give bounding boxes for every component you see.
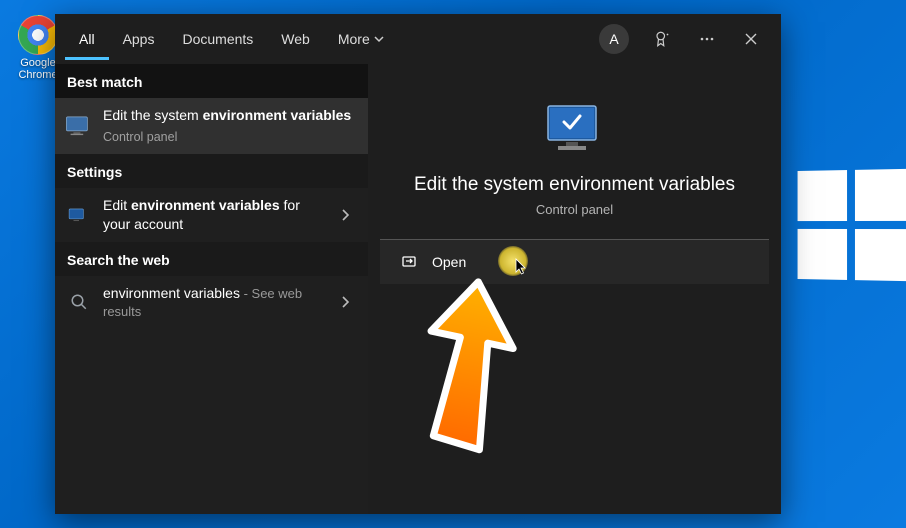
tab-web[interactable]: Web bbox=[267, 19, 324, 60]
action-open-label: Open bbox=[432, 254, 466, 270]
chrome-icon bbox=[18, 15, 58, 55]
header-right: A bbox=[599, 24, 771, 54]
user-avatar[interactable]: A bbox=[599, 24, 629, 54]
settings-result-icon bbox=[65, 201, 93, 229]
preview-title: Edit the system environment variables bbox=[414, 174, 735, 196]
close-icon[interactable] bbox=[741, 29, 761, 49]
rewards-icon[interactable] bbox=[653, 29, 673, 49]
windows-logo bbox=[798, 169, 906, 281]
result-best-match[interactable]: Edit the system environment variables Co… bbox=[55, 98, 368, 154]
result-title-bold: environment variables bbox=[203, 107, 352, 123]
result-web-term: environment variables bbox=[103, 285, 240, 301]
result-title-bold: environment variables bbox=[131, 197, 280, 213]
result-title-pre: Edit the system bbox=[103, 107, 203, 123]
preview-subtitle: Control panel bbox=[536, 202, 613, 217]
section-search-web: Search the web bbox=[55, 242, 368, 276]
monitor-icon bbox=[65, 112, 93, 140]
options-icon[interactable] bbox=[697, 29, 717, 49]
tab-documents[interactable]: Documents bbox=[168, 19, 267, 60]
section-settings: Settings bbox=[55, 154, 368, 188]
tab-all[interactable]: All bbox=[65, 19, 109, 60]
chevron-down-icon bbox=[374, 31, 384, 47]
action-open[interactable]: Open bbox=[380, 240, 769, 284]
tab-more-label: More bbox=[338, 31, 370, 47]
search-body: Best match Edit the system environment v… bbox=[55, 64, 781, 514]
result-text: Edit environment variables for your acco… bbox=[103, 196, 326, 234]
result-web[interactable]: environment variables - See web results bbox=[55, 276, 368, 330]
result-text: environment variables - See web results bbox=[103, 284, 326, 322]
section-best-match: Best match bbox=[55, 64, 368, 98]
result-settings-account[interactable]: Edit environment variables for your acco… bbox=[55, 188, 368, 242]
search-icon bbox=[65, 288, 93, 316]
search-panel: All Apps Documents Web More A bbox=[55, 14, 781, 514]
search-tabs: All Apps Documents Web More A bbox=[55, 14, 781, 64]
annotation-arrow bbox=[400, 274, 540, 464]
result-subtitle: Control panel bbox=[103, 129, 358, 146]
tab-more[interactable]: More bbox=[324, 19, 398, 60]
open-icon bbox=[402, 254, 418, 270]
chevron-right-icon bbox=[336, 206, 354, 224]
chevron-right-icon bbox=[336, 293, 354, 311]
preview-pane: Edit the system environment variables Co… bbox=[368, 64, 781, 514]
result-text: Edit the system environment variables Co… bbox=[103, 106, 358, 146]
results-column: Best match Edit the system environment v… bbox=[55, 64, 368, 514]
preview-monitor-icon bbox=[542, 102, 608, 156]
result-title-pre: Edit bbox=[103, 197, 131, 213]
tab-apps[interactable]: Apps bbox=[109, 19, 169, 60]
